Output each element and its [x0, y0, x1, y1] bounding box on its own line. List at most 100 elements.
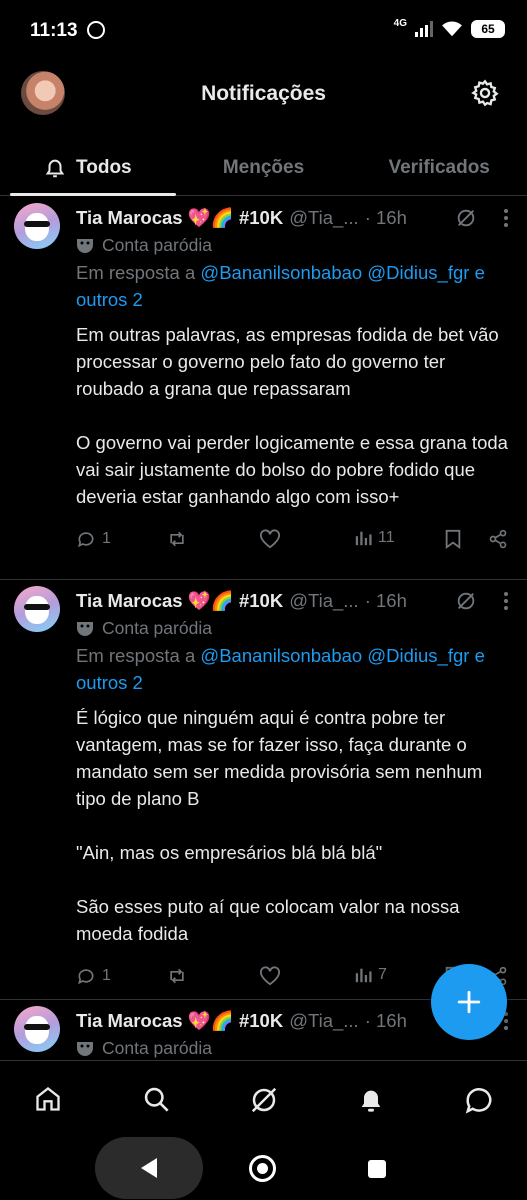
- post-header-actions: [455, 207, 509, 229]
- parody-text: Conta paródia: [102, 234, 212, 255]
- system-home-button[interactable]: [249, 1155, 276, 1182]
- post-header-actions: [455, 590, 509, 612]
- mention-link[interactable]: @Didius_fgr: [367, 645, 469, 666]
- author-avatar[interactable]: [14, 586, 60, 632]
- home-icon: [36, 1087, 60, 1111]
- post-header: Tia Marocas 💖🌈 #10K @Tia_... · 16h: [76, 586, 513, 616]
- parody-mask-icon: [77, 1042, 93, 1056]
- mention-link[interactable]: @Bananilsonbabao: [200, 262, 362, 283]
- parody-mask-icon: [77, 239, 93, 253]
- repost-button[interactable]: [166, 529, 188, 549]
- whatsapp-icon: [87, 21, 105, 39]
- views-count: 11: [378, 529, 395, 546]
- parody-label: Conta paródia: [76, 233, 513, 257]
- author-avatar[interactable]: [14, 203, 60, 249]
- author-avatar[interactable]: [14, 1006, 60, 1052]
- notification-tabs: Todos Menções Verificados: [0, 140, 527, 196]
- app-header: Notificações: [0, 62, 527, 128]
- plus-icon: [457, 990, 481, 1014]
- status-indicators: 4G 65: [393, 17, 505, 38]
- bookmark-icon: [445, 529, 461, 549]
- reply-button[interactable]: 1: [76, 966, 111, 986]
- mention-link[interactable]: @Didius_fgr: [367, 262, 469, 283]
- reply-icon: [78, 532, 94, 548]
- repost-icon: [170, 968, 184, 984]
- views-icon: [355, 968, 372, 983]
- reply-count: 1: [102, 967, 111, 984]
- search-icon: [144, 1087, 169, 1112]
- status-time: 11:13: [30, 20, 78, 41]
- author-handle: @Tia_...: [289, 590, 359, 611]
- share-button[interactable]: [488, 529, 508, 549]
- parody-label: Conta paródia: [76, 1036, 513, 1059]
- system-recents-button[interactable]: [368, 1160, 386, 1178]
- tab-mencoes[interactable]: Menções: [176, 140, 352, 195]
- like-icon: [260, 966, 280, 986]
- tab-verificados[interactable]: Verificados: [351, 140, 527, 195]
- post-time: · 16h: [364, 1010, 407, 1031]
- grok-icon[interactable]: [455, 207, 477, 229]
- messages-icon: [465, 1088, 492, 1114]
- share-icon: [489, 529, 507, 549]
- post-text: É lógico que ninguém aqui é contra pobre…: [76, 707, 483, 944]
- tab-label: Verificados: [388, 156, 490, 178]
- views-button[interactable]: 7: [354, 966, 387, 984]
- repost-icon: [170, 531, 184, 547]
- reply-button[interactable]: 1: [76, 529, 111, 549]
- author-name[interactable]: Tia Marocas 💖🌈 #10K: [76, 1010, 283, 1032]
- post-time: · 16h: [364, 207, 407, 228]
- reply-count: 1: [102, 530, 111, 547]
- bookmark-button[interactable]: [444, 529, 462, 549]
- nav-messages[interactable]: [464, 1085, 494, 1120]
- reply-icon: [78, 969, 94, 985]
- grok-icon[interactable]: [455, 590, 477, 612]
- nav-search[interactable]: [141, 1085, 171, 1118]
- bell-icon: [45, 159, 65, 177]
- page-title: Notificações: [201, 82, 326, 105]
- like-button[interactable]: [259, 529, 281, 549]
- more-icon[interactable]: [503, 208, 509, 228]
- reply-prefix: Em resposta a: [76, 262, 196, 283]
- mention-link[interactable]: @Bananilsonbabao: [200, 645, 362, 666]
- reply-prefix: Em resposta a: [76, 645, 196, 666]
- tab-label: Todos: [76, 156, 132, 178]
- system-navigation: [0, 1134, 527, 1200]
- status-bar: 11:13 4G 65: [0, 0, 527, 62]
- bell-icon: [361, 1090, 381, 1112]
- network-type: 4G: [393, 17, 407, 29]
- post-time: · 16h: [364, 590, 407, 611]
- post-actions: 1 11: [76, 514, 513, 568]
- tab-todos[interactable]: Todos: [0, 140, 176, 196]
- wifi-icon: [442, 21, 462, 37]
- repost-button[interactable]: [166, 966, 188, 986]
- parody-mask-icon: [77, 622, 93, 636]
- like-icon: [260, 529, 280, 549]
- post-item[interactable]: Tia Marocas 💖🌈 #10K @Tia_... · 16h Conta…: [0, 197, 527, 580]
- nav-grok[interactable]: [249, 1085, 279, 1120]
- parody-text: Conta paródia: [102, 1037, 212, 1058]
- system-back-button[interactable]: [95, 1137, 203, 1199]
- post-item[interactable]: Tia Marocas 💖🌈 #10K @Tia_... · 16h Conta…: [0, 580, 527, 1000]
- views-icon: [355, 531, 372, 546]
- author-handle: @Tia_...: [289, 207, 359, 228]
- post-header: Tia Marocas 💖🌈 #10K @Tia_... · 16h: [76, 203, 513, 233]
- views-count: 7: [378, 966, 387, 983]
- notifications-feed[interactable]: Tia Marocas 💖🌈 #10K @Tia_... · 16h Conta…: [0, 197, 527, 1059]
- signal-icon: [415, 21, 433, 37]
- grok-icon: [251, 1087, 277, 1113]
- nav-home[interactable]: [33, 1085, 63, 1118]
- views-button[interactable]: 11: [354, 529, 395, 547]
- compose-button[interactable]: [431, 964, 507, 1040]
- parody-label: Conta paródia: [76, 616, 513, 640]
- more-icon[interactable]: [503, 591, 509, 611]
- author-handle: @Tia_...: [289, 1010, 359, 1031]
- nav-notifications[interactable]: [357, 1085, 385, 1120]
- like-button[interactable]: [259, 966, 281, 986]
- back-icon: [141, 1158, 157, 1178]
- post-text: Em outras palavras, as empresas fodida d…: [76, 324, 508, 507]
- author-name[interactable]: Tia Marocas 💖🌈 #10K: [76, 207, 283, 229]
- gear-icon[interactable]: [471, 79, 499, 107]
- author-name[interactable]: Tia Marocas 💖🌈 #10K: [76, 590, 283, 612]
- battery-indicator: 65: [471, 20, 505, 38]
- bottom-navigation: [0, 1060, 527, 1134]
